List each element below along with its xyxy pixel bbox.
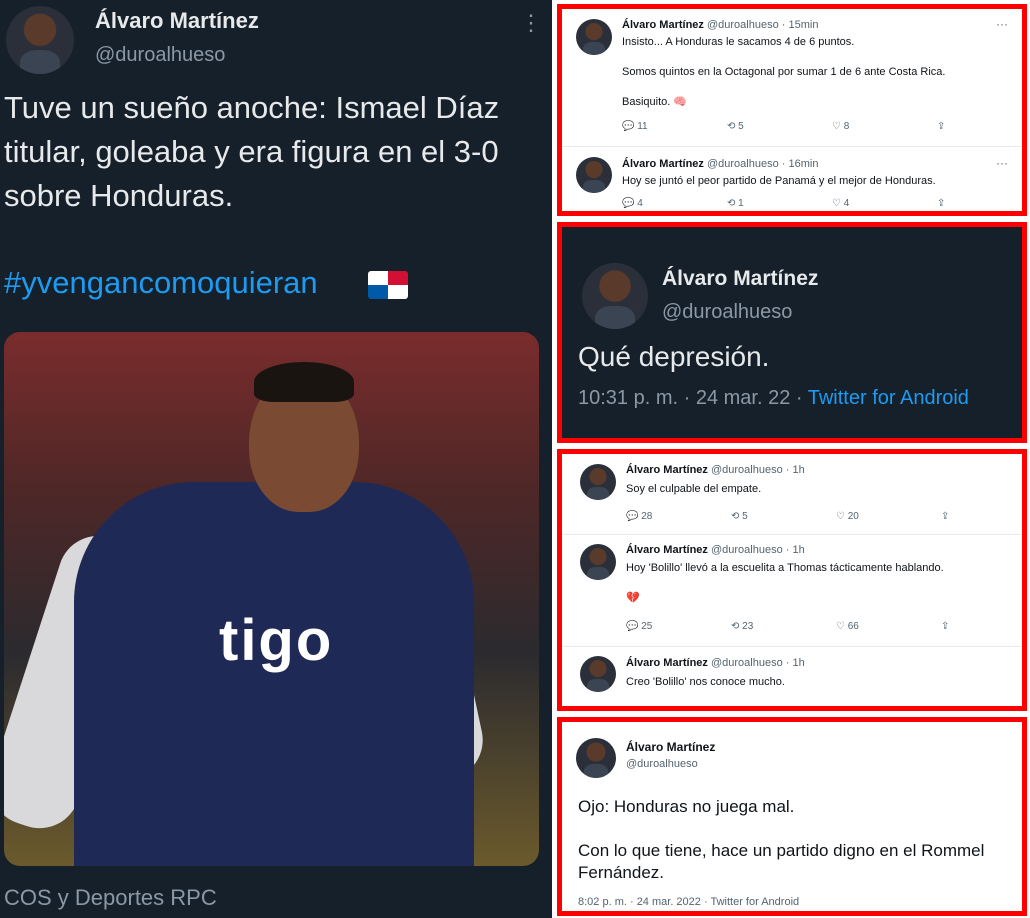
like-count: 4 [843, 198, 850, 209]
share-icon[interactable]: ⇪ [937, 198, 945, 209]
reply-count: 11 [637, 121, 648, 132]
author-name[interactable]: Álvaro Martínez [95, 8, 259, 34]
tweet-meta: 8:02 p. m. · 24 mar. 2022 · Twitter for … [578, 896, 800, 908]
tweet-text: Ojo: Honduras no juega mal. Con lo que t… [578, 797, 985, 882]
author-name[interactable]: Álvaro Martínez [626, 657, 708, 669]
retweet-count: 5 [738, 121, 744, 132]
tweet-text: Qué depresión. [578, 341, 770, 372]
screenshot-panel-1: Álvaro Martínez @duroalhueso · 15min ···… [557, 4, 1027, 216]
like-icon[interactable]: ♡ 20 [836, 511, 859, 522]
author-name[interactable]: Álvaro Martínez [622, 158, 704, 170]
author-handle[interactable]: @duroalhueso [95, 44, 225, 67]
like-count: 20 [847, 511, 859, 522]
author-name[interactable]: Álvaro Martínez [626, 544, 708, 556]
like-icon[interactable]: ♡ 4 [832, 198, 849, 209]
photo-credit: COS y Deportes RPC [4, 885, 217, 910]
author-meta: @duroalhueso · 1h [710, 657, 805, 669]
author-handle[interactable]: @duroalhueso [662, 301, 792, 324]
retweet-count: 23 [742, 621, 754, 632]
more-icon[interactable]: ··· [996, 156, 1008, 170]
retweet-count: 5 [742, 511, 748, 522]
share-icon[interactable]: ⇪ [937, 121, 945, 132]
like-count: 66 [847, 621, 859, 632]
avatar[interactable] [6, 6, 74, 74]
avatar[interactable] [576, 738, 616, 778]
divider [562, 646, 1022, 647]
retweet-icon[interactable]: ⟲ 23 [731, 621, 753, 632]
sponsor-logo: tigo [219, 608, 334, 673]
retweet-icon[interactable]: ⟲ 5 [727, 121, 744, 132]
tweet-item[interactable]: Álvaro Martínez @duroalhueso · 1h Creo '… [562, 648, 1022, 708]
reply-count: 4 [637, 198, 643, 209]
reply-icon[interactable]: 💬 11 [622, 121, 648, 132]
avatar[interactable] [576, 19, 612, 55]
retweet-icon[interactable]: ⟲ 5 [731, 511, 748, 522]
avatar[interactable] [580, 656, 616, 692]
timestamp: 10:31 p. m. · 24 mar. 22 · [578, 387, 808, 409]
author-meta: @duroalhueso · 16min [706, 158, 819, 170]
author-name[interactable]: Álvaro Martínez [622, 19, 704, 31]
reply-count: 28 [641, 511, 653, 522]
reply-icon[interactable]: 💬 25 [626, 621, 652, 632]
author-meta: @duroalhueso · 15min [706, 19, 819, 31]
retweet-icon[interactable]: ⟲ 1 [727, 198, 744, 209]
reply-icon[interactable]: 💬 28 [626, 511, 652, 522]
more-icon[interactable]: ⋮ [520, 10, 542, 36]
reply-count: 25 [641, 621, 653, 632]
hashtag-link[interactable]: #yvengancomoquieran [4, 265, 318, 301]
reply-icon[interactable]: 💬 4 [622, 198, 643, 209]
tweet-text: Insisto... A Honduras le sacamos 4 de 6 … [622, 36, 946, 108]
like-icon[interactable]: ♡ 66 [836, 621, 859, 632]
panama-flag-icon [368, 271, 408, 299]
retweet-count: 1 [738, 198, 744, 209]
tweet-item[interactable]: Álvaro Martínez @duroalhueso · 16min ···… [562, 147, 1022, 217]
tweet-text: Creo 'Bolillo' nos conoce mucho. [626, 676, 785, 688]
author-name[interactable]: Álvaro Martínez [626, 740, 715, 754]
screenshot-panel-3: Álvaro Martínez @duroalhueso · 1h Soy el… [557, 449, 1027, 711]
avatar[interactable] [576, 157, 612, 193]
screenshot-panel-2: Álvaro Martínez @duroalhueso Qué depresi… [557, 222, 1027, 443]
tweet-photo[interactable]: tigo [4, 332, 539, 866]
more-icon[interactable]: ··· [996, 17, 1008, 31]
like-icon[interactable]: ♡ 8 [832, 121, 849, 132]
author-handle[interactable]: @duroalhueso [626, 758, 698, 770]
tweet-text: Hoy 'Bolillo' llevó a la escuelita a Tho… [626, 562, 944, 604]
share-icon[interactable]: ⇪ [941, 511, 949, 522]
divider [562, 534, 1022, 535]
tweet-meta: 10:31 p. m. · 24 mar. 22 · Twitter for A… [578, 387, 969, 410]
tweet-text: Tuve un sueño anoche: Ismael Díaz titula… [4, 90, 500, 213]
tweet-item[interactable]: Álvaro Martínez @duroalhueso · 15min ···… [562, 9, 1022, 145]
main-tweet: Álvaro Martínez @duroalhueso ⋮ Tuve un s… [0, 0, 552, 918]
screenshot-panel-4: Álvaro Martínez @duroalhueso Ojo: Hondur… [557, 717, 1027, 916]
avatar[interactable] [580, 544, 616, 580]
share-icon[interactable]: ⇪ [941, 621, 949, 632]
tweet-text: Hoy se juntó el peor partido de Panamá y… [622, 175, 936, 187]
avatar[interactable] [580, 464, 616, 500]
like-count: 8 [843, 121, 850, 132]
author-meta: @duroalhueso · 1h [710, 544, 805, 556]
author-meta: @duroalhueso · 1h [710, 464, 805, 476]
tweet-item[interactable]: Álvaro Martínez @duroalhueso · 1h Hoy 'B… [562, 536, 1022, 644]
tweet-item[interactable]: Álvaro Martínez @duroalhueso · 1h Soy el… [562, 454, 1022, 532]
tweet-text: Soy el culpable del empate. [626, 483, 762, 495]
author-name[interactable]: Álvaro Martínez [662, 267, 818, 291]
avatar[interactable] [582, 263, 648, 329]
source-link[interactable]: Twitter for Android [808, 387, 969, 409]
author-name[interactable]: Álvaro Martínez [626, 464, 708, 476]
